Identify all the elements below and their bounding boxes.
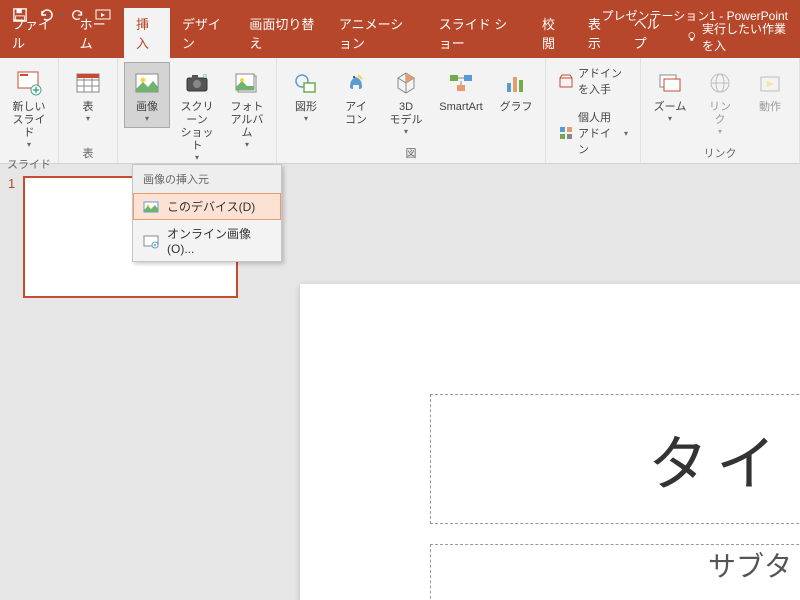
device-picture-icon bbox=[143, 199, 159, 215]
store-icon bbox=[558, 73, 574, 89]
chevron-down-icon: ▾ bbox=[145, 114, 149, 123]
tab-view[interactable]: 表示 bbox=[576, 8, 622, 58]
chevron-down-icon: ▾ bbox=[245, 140, 249, 149]
tab-animations[interactable]: アニメーション bbox=[327, 8, 427, 58]
lightbulb-icon bbox=[686, 30, 698, 44]
chevron-down-icon: ▾ bbox=[718, 127, 722, 136]
slide-editor[interactable]: タイト サブタ bbox=[280, 164, 800, 600]
photo-album-icon bbox=[231, 67, 263, 99]
tab-help[interactable]: ヘルプ bbox=[622, 8, 679, 58]
smartart-button[interactable]: SmartArt bbox=[433, 62, 489, 119]
dropdown-header: 画像の挿入元 bbox=[133, 165, 281, 193]
online-item-label: オンライン画像(O)... bbox=[167, 225, 271, 256]
addins-icon bbox=[558, 125, 574, 141]
pictures-label: 画像 bbox=[136, 101, 158, 114]
shapes-label: 図形 bbox=[295, 101, 317, 114]
pictures-icon bbox=[131, 67, 163, 99]
table-button[interactable]: 表 ▾ bbox=[65, 62, 111, 128]
tab-insert[interactable]: 挿入 bbox=[124, 8, 170, 58]
icons-button[interactable]: アイ コン bbox=[333, 62, 379, 132]
screenshot-icon bbox=[181, 67, 213, 99]
link-label: リン ク bbox=[709, 101, 731, 127]
screenshot-button[interactable]: スクリーン ショット ▾ bbox=[174, 62, 220, 167]
new-slide-icon bbox=[13, 67, 45, 99]
group-label-tables: 表 bbox=[83, 143, 94, 161]
action-label: 動作 bbox=[759, 101, 781, 114]
my-addins-label: 個人用アドイン bbox=[578, 109, 620, 157]
get-addins-button[interactable]: アドインを入手 bbox=[552, 62, 634, 100]
zoom-button[interactable]: ズーム ▾ bbox=[647, 62, 693, 128]
slide-canvas[interactable]: タイト サブタ bbox=[300, 284, 800, 600]
zoom-icon bbox=[654, 67, 686, 99]
tab-file[interactable]: ファイル bbox=[0, 8, 68, 58]
photo-album-label: フォト アルバム bbox=[227, 101, 267, 140]
3d-models-icon bbox=[390, 67, 422, 99]
tab-review[interactable]: 校閲 bbox=[530, 8, 576, 58]
tab-slideshow[interactable]: スライド ショー bbox=[427, 8, 530, 58]
title-text: タイト bbox=[648, 416, 800, 503]
chevron-down-icon: ▾ bbox=[86, 114, 90, 123]
group-label-illustrations: 図 bbox=[406, 143, 417, 161]
smartart-icon bbox=[445, 67, 477, 99]
tell-me-label: 実行したい作業を入 bbox=[702, 20, 792, 54]
insert-online-item[interactable]: オンライン画像(O)... bbox=[133, 220, 281, 261]
chevron-down-icon: ▾ bbox=[27, 140, 31, 149]
subtitle-text: サブタ bbox=[708, 545, 792, 585]
table-icon bbox=[72, 67, 104, 99]
chart-button[interactable]: グラフ bbox=[493, 62, 539, 119]
title-placeholder[interactable]: タイト bbox=[430, 394, 800, 524]
zoom-label: ズーム bbox=[654, 101, 687, 114]
subtitle-placeholder[interactable]: サブタ bbox=[430, 544, 800, 600]
shapes-icon bbox=[290, 67, 322, 99]
get-addins-label: アドインを入手 bbox=[578, 65, 628, 97]
online-picture-icon bbox=[143, 233, 159, 249]
shapes-button[interactable]: 図形 ▾ bbox=[283, 62, 329, 128]
chart-icon bbox=[500, 67, 532, 99]
group-label-links: リンク bbox=[704, 143, 737, 161]
tab-design[interactable]: デザイン bbox=[170, 8, 238, 58]
icons-icon bbox=[340, 67, 372, 99]
my-addins-button[interactable]: 個人用アドイン ▾ bbox=[552, 106, 634, 160]
link-icon bbox=[704, 67, 736, 99]
3d-models-label: 3D モデル bbox=[390, 101, 423, 127]
tab-home[interactable]: ホーム bbox=[68, 8, 124, 58]
action-button[interactable]: 動作 bbox=[747, 62, 793, 119]
chevron-down-icon: ▾ bbox=[195, 153, 199, 162]
photo-album-button[interactable]: フォト アルバム ▾ bbox=[224, 62, 270, 154]
insert-from-device-item[interactable]: このデバイス(D) bbox=[133, 193, 281, 220]
device-item-label: このデバイス(D) bbox=[167, 198, 255, 215]
slide-number: 1 bbox=[8, 176, 15, 298]
new-slide-label: 新しい スライド bbox=[9, 101, 49, 140]
chart-label: グラフ bbox=[500, 101, 533, 114]
chevron-down-icon: ▾ bbox=[404, 127, 408, 136]
new-slide-button[interactable]: 新しい スライド ▾ bbox=[6, 62, 52, 154]
link-button[interactable]: リン ク ▾ bbox=[697, 62, 743, 141]
tab-transitions[interactable]: 画面切り替え bbox=[237, 8, 326, 58]
chevron-down-icon: ▾ bbox=[624, 129, 628, 138]
chevron-down-icon: ▾ bbox=[668, 114, 672, 123]
table-label: 表 bbox=[83, 101, 94, 114]
action-icon bbox=[754, 67, 786, 99]
pictures-dropdown-menu: 画像の挿入元 このデバイス(D) オンライン画像(O)... bbox=[132, 164, 282, 262]
pictures-button[interactable]: 画像 ▾ bbox=[124, 62, 170, 128]
smartart-label: SmartArt bbox=[439, 101, 482, 114]
group-label-slides: スライド bbox=[7, 154, 51, 172]
3d-models-button[interactable]: 3D モデル ▾ bbox=[383, 62, 429, 141]
chevron-down-icon: ▾ bbox=[304, 114, 308, 123]
icons-label: アイ コン bbox=[345, 101, 367, 127]
tell-me-search[interactable]: 実行したい作業を入 bbox=[678, 16, 800, 58]
screenshot-label: スクリーン ショット bbox=[177, 101, 217, 153]
